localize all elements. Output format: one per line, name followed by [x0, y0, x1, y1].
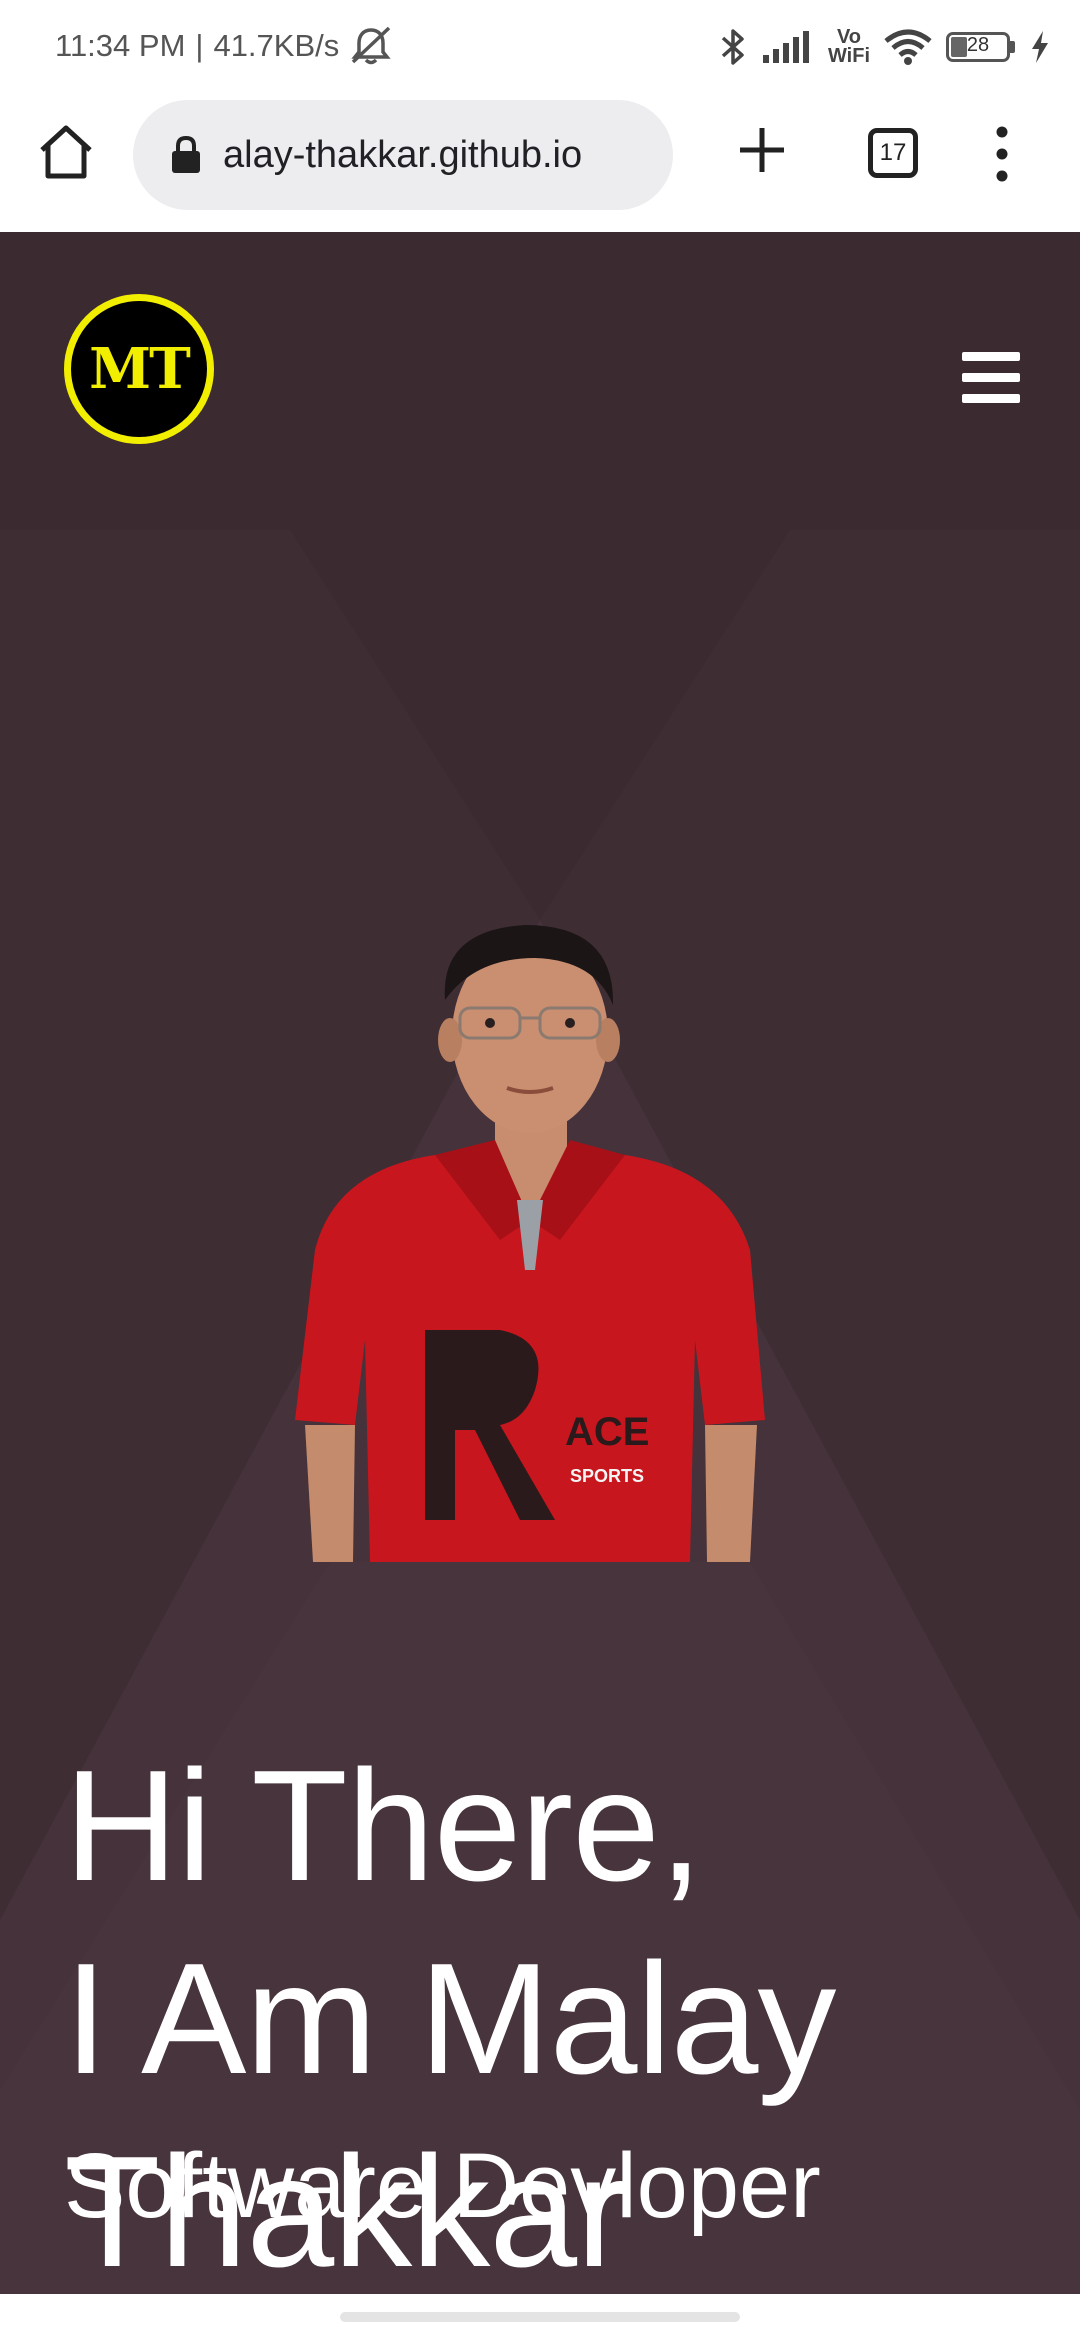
- browser-menu-button[interactable]: [990, 122, 1014, 186]
- new-tab-button[interactable]: [734, 122, 790, 178]
- muted-bell-icon: [351, 26, 391, 65]
- signal-icon: [762, 31, 809, 63]
- charging-icon: [1032, 31, 1048, 63]
- status-time: 11:34 PM: [55, 28, 186, 63]
- hero-section: ACE SPORTS Hi There, I Am Malay Thakkar: [0, 530, 1080, 2294]
- status-separator: |: [195, 28, 204, 63]
- web-page: MT ACE SPORTS Hi There, I Am Malay Thakk…: [0, 232, 1080, 2294]
- hamburger-menu-icon[interactable]: [962, 352, 1020, 404]
- bluetooth-icon: [721, 29, 744, 65]
- address-bar[interactable]: alay-thakkar.github.io: [133, 100, 673, 210]
- logo-text: MT: [89, 336, 191, 402]
- status-right: Vo WiFi 28: [718, 22, 1050, 72]
- battery-level-text: 28: [966, 34, 990, 56]
- gesture-handle[interactable]: [340, 2312, 740, 2322]
- battery-icon: 28: [946, 32, 1016, 62]
- svg-text:ACE: ACE: [565, 1410, 649, 1454]
- vowifi-bottom-text: WiFi: [827, 45, 870, 67]
- status-left: 11:34 PM | 41.7KB/s: [55, 26, 393, 66]
- gesture-nav-area: [0, 2294, 1080, 2340]
- browser-toolbar: alay-thakkar.github.io 17: [0, 92, 1080, 232]
- wifi-icon: [884, 29, 932, 65]
- network-speed: 41.7KB/s: [213, 28, 340, 63]
- lock-icon: [172, 135, 200, 173]
- greeting-line-1: Hi There,: [64, 1738, 703, 1914]
- profile-photo: ACE SPORTS: [295, 925, 765, 1562]
- vowifi-icon: Vo WiFi: [827, 27, 870, 67]
- svg-text:SPORTS: SPORTS: [570, 1466, 644, 1486]
- tab-switcher-button[interactable]: 17: [868, 128, 918, 178]
- url-text[interactable]: alay-thakkar.github.io: [223, 134, 582, 177]
- status-bar: 11:34 PM | 41.7KB/s Vo WiFi 28: [0, 0, 1080, 92]
- home-button[interactable]: [36, 122, 96, 182]
- hero-role: Software Devloper: [64, 2135, 821, 2237]
- site-header: MT: [0, 232, 1080, 530]
- site-logo[interactable]: MT: [64, 294, 214, 444]
- tab-count: 17: [879, 139, 907, 166]
- greeting-line-2: I Am Malay: [64, 1931, 836, 2107]
